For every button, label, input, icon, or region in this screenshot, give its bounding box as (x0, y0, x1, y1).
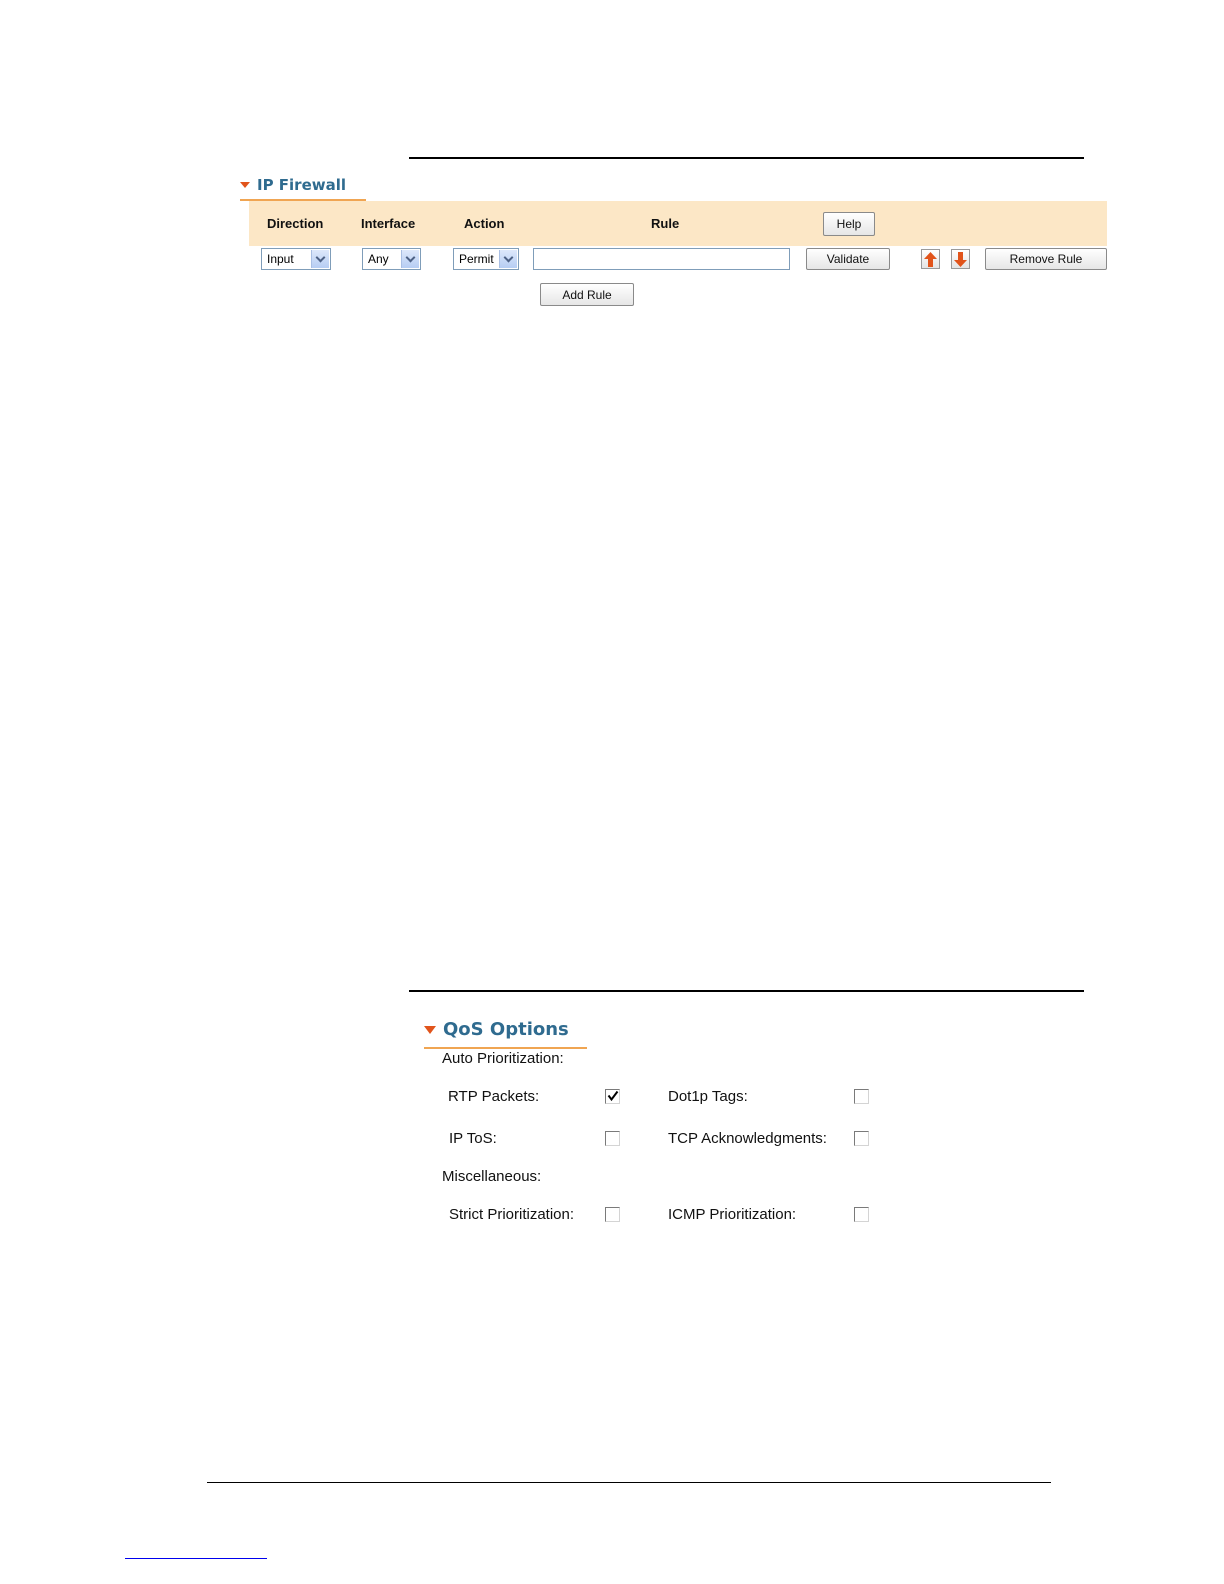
rtp-packets-label: RTP Packets: (448, 1088, 540, 1105)
tcp-ack-label: TCP Acknowledgments: (668, 1130, 827, 1147)
top-divider (409, 157, 1084, 159)
action-select[interactable]: Permit (453, 248, 519, 270)
column-direction: Direction (267, 216, 324, 231)
validate-button[interactable]: Validate (806, 248, 890, 270)
qos-section-title[interactable]: QoS Options (424, 1012, 587, 1049)
column-action: Action (464, 216, 505, 231)
strict-prioritization-label: Strict Prioritization: (449, 1206, 575, 1223)
column-rule: Rule (651, 216, 680, 231)
triangle-down-icon (424, 1025, 436, 1034)
column-interface: Interface (361, 216, 416, 231)
interface-select-value: Any (368, 252, 389, 266)
remove-rule-button[interactable]: Remove Rule (985, 248, 1107, 270)
chevron-down-icon (499, 250, 517, 268)
auto-prioritization-heading: Auto Prioritization: (442, 1050, 564, 1067)
triangle-down-icon (240, 181, 250, 188)
tcp-ack-checkbox[interactable] (854, 1131, 869, 1146)
footer-link-underline[interactable] (125, 1558, 267, 1559)
interface-select[interactable]: Any (362, 248, 421, 270)
direction-select[interactable]: Input (261, 248, 331, 270)
arrow-up-icon (924, 251, 937, 267)
arrow-down-icon (954, 251, 967, 267)
icmp-prioritization-checkbox[interactable] (854, 1207, 869, 1222)
action-select-value: Permit (459, 252, 494, 266)
direction-select-value: Input (267, 252, 294, 266)
move-up-button[interactable] (921, 249, 940, 269)
dot1p-tags-label: Dot1p Tags: (668, 1088, 748, 1105)
help-button-label: Help (836, 217, 862, 231)
add-rule-button-label: Add Rule (562, 287, 612, 302)
move-down-button[interactable] (951, 249, 970, 269)
qos-title-text: QoS Options (443, 1019, 569, 1040)
rtp-packets-checkbox[interactable] (605, 1089, 620, 1104)
validate-button-label: Validate (826, 252, 870, 266)
add-rule-button[interactable]: Add Rule (540, 283, 634, 306)
ip-tos-label: IP ToS: (449, 1130, 497, 1147)
qos-divider (409, 990, 1084, 992)
chevron-down-icon (311, 250, 329, 268)
checkmark-icon (607, 1090, 619, 1102)
firewall-title-text: IP Firewall (257, 175, 347, 194)
help-button[interactable]: Help (823, 212, 875, 236)
miscellaneous-heading: Miscellaneous: (442, 1168, 542, 1185)
footer-divider (207, 1482, 1051, 1483)
remove-rule-button-label: Remove Rule (1009, 252, 1083, 266)
strict-prioritization-checkbox[interactable] (605, 1207, 620, 1222)
dot1p-tags-checkbox[interactable] (854, 1089, 869, 1104)
firewall-section-title[interactable]: IP Firewall (240, 170, 366, 201)
rule-input[interactable] (533, 248, 790, 270)
chevron-down-icon (401, 250, 419, 268)
icmp-prioritization-label: ICMP Prioritization: (668, 1206, 797, 1223)
ip-tos-checkbox[interactable] (605, 1131, 620, 1146)
